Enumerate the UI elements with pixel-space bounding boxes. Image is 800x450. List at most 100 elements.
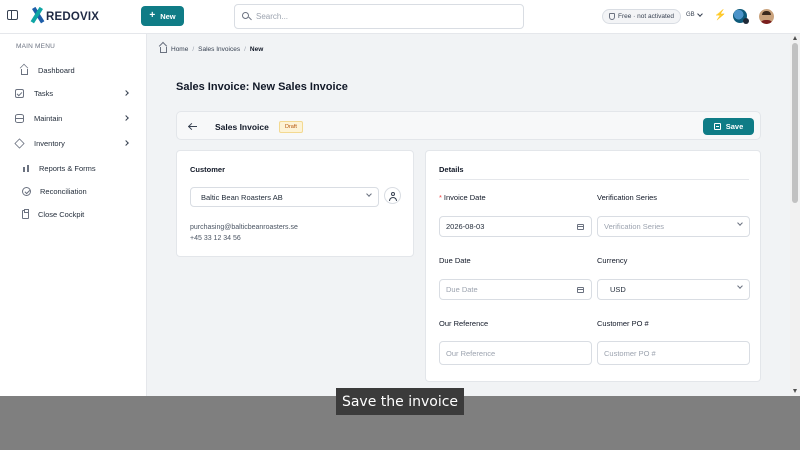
breadcrumb-separator: / — [244, 45, 246, 53]
top-bar: REDOVIX + New Free · not activated GB ⚡ — [0, 0, 800, 34]
calendar-icon[interactable] — [577, 224, 584, 230]
customer-phone: +45 33 12 34 56 — [190, 235, 241, 242]
chevron-down-icon — [366, 191, 372, 197]
logo-text: REDOVIX — [46, 11, 100, 23]
toolbar-title: Sales Invoice — [215, 122, 269, 132]
search-icon — [242, 12, 252, 21]
scroll-up-arrow-icon[interactable] — [793, 36, 797, 40]
our-reference-label: Our Reference — [439, 319, 489, 328]
back-arrow-icon[interactable] — [188, 121, 198, 131]
scrollbar-thumb[interactable] — [792, 43, 798, 203]
details-card-title: Details — [439, 165, 464, 174]
sidebar-item-reconciliation[interactable]: Reconciliation — [15, 183, 135, 199]
calendar-icon[interactable] — [577, 287, 584, 293]
plan-badge-label: Free · not activated — [618, 13, 674, 20]
new-button-label: New — [160, 11, 176, 21]
save-button-label: Save — [725, 122, 744, 131]
invoice-date-value: 2026-08-03 — [446, 222, 485, 231]
bolt-icon[interactable]: ⚡ — [714, 11, 726, 21]
sidebar: MAIN MENU Dashboard Tasks Maintain Inven… — [0, 34, 147, 396]
sidebar-item-tasks[interactable]: Tasks — [15, 85, 135, 101]
breadcrumb: Home / Sales Invoices / New — [160, 45, 263, 53]
user-avatar[interactable] — [759, 9, 774, 24]
verification-series-placeholder: Verification Series — [604, 222, 665, 231]
main-content: Home / Sales Invoices / New Sales Invoic… — [147, 34, 790, 396]
home-icon — [21, 68, 28, 75]
chevron-down-icon — [696, 11, 703, 17]
customer-po-label: Customer PO # — [597, 319, 649, 328]
checkbox-icon — [15, 88, 24, 98]
sidebar-item-dashboard[interactable]: Dashboard — [15, 62, 135, 78]
user-icon — [391, 191, 395, 196]
breadcrumb-separator: / — [192, 45, 195, 53]
document-toolbar: Sales Invoice Draft Save — [176, 111, 761, 140]
verification-series-select[interactable]: Verification Series — [597, 216, 750, 237]
new-button[interactable]: + New — [141, 6, 184, 26]
customer-profile-button[interactable] — [384, 187, 401, 204]
sidebar-item-label: Dashboard — [38, 65, 75, 75]
due-date-label: Due Date — [439, 256, 471, 265]
clipboard-icon — [22, 208, 29, 219]
sidebar-item-label: Reports & Forms — [39, 163, 96, 173]
breadcrumb-home[interactable]: Home — [171, 46, 188, 53]
main-menu-heading: MAIN MENU — [16, 43, 55, 50]
our-reference-input[interactable]: Our Reference — [439, 341, 592, 365]
instruction-caption: Save the invoice — [336, 388, 464, 415]
verification-series-label: Verification Series — [597, 193, 658, 202]
customer-po-input[interactable]: Customer PO # — [597, 341, 750, 365]
customer-po-placeholder: Customer PO # — [604, 348, 656, 358]
plus-icon: + — [149, 10, 156, 21]
sidebar-toggle-icon[interactable] — [7, 10, 18, 20]
database-icon — [15, 113, 24, 123]
scrollbar[interactable] — [790, 34, 800, 396]
save-button[interactable]: Save — [703, 118, 754, 135]
sidebar-item-reports-forms[interactable]: Reports & Forms — [15, 160, 135, 176]
app-logo[interactable]: REDOVIX — [30, 6, 100, 26]
our-reference-placeholder: Our Reference — [446, 348, 496, 358]
shield-icon — [609, 13, 615, 20]
page-title: Sales Invoice: New Sales Invoice — [176, 81, 348, 93]
circle-check-icon — [22, 186, 31, 196]
language-selector[interactable]: GB — [686, 11, 703, 18]
currency-select[interactable]: USD — [597, 279, 750, 300]
breadcrumb-current: New — [249, 45, 264, 53]
sidebar-item-inventory[interactable]: Inventory — [14, 135, 135, 151]
scroll-down-arrow-icon[interactable] — [793, 389, 797, 393]
due-date-field[interactable]: Due Date — [439, 279, 592, 300]
required-marker: * — [439, 193, 442, 202]
customer-card-title: Customer — [190, 165, 226, 174]
customer-select-value: Baltic Bean Roasters AB — [201, 192, 283, 202]
language-label: GB — [686, 12, 695, 18]
box-icon — [14, 137, 25, 149]
plan-badge[interactable]: Free · not activated — [602, 9, 681, 24]
chevron-right-icon — [123, 140, 129, 146]
sidebar-item-close-cockpit[interactable]: Close Cockpit — [15, 206, 135, 222]
sidebar-item-label: Tasks — [34, 88, 54, 98]
breadcrumb-sales-invoices[interactable]: Sales Invoices — [198, 46, 240, 53]
home-icon[interactable] — [160, 47, 167, 53]
search-input[interactable] — [256, 12, 496, 21]
status-badge: Draft — [279, 121, 303, 133]
chevron-down-icon — [737, 220, 743, 226]
customer-card: Customer Baltic Bean Roasters AB purchas… — [176, 150, 414, 257]
customer-select[interactable]: Baltic Bean Roasters AB — [190, 187, 379, 207]
contacts-icon[interactable] — [733, 9, 749, 24]
divider — [439, 179, 749, 180]
search-box[interactable] — [234, 4, 524, 29]
sidebar-item-label: Inventory — [34, 138, 65, 148]
chevron-right-icon — [123, 115, 129, 121]
currency-value: USD — [610, 285, 626, 294]
sidebar-item-label: Reconciliation — [40, 186, 87, 196]
logo-mark-icon — [30, 6, 45, 25]
invoice-date-field[interactable]: 2026-08-03 — [439, 216, 592, 237]
chevron-down-icon — [737, 283, 743, 289]
currency-label: Currency — [597, 256, 628, 265]
sidebar-item-label: Maintain — [34, 113, 63, 123]
sidebar-item-maintain[interactable]: Maintain — [15, 110, 135, 126]
chevron-right-icon — [123, 90, 129, 96]
sidebar-item-label: Close Cockpit — [38, 209, 85, 219]
chart-icon — [22, 164, 30, 172]
invoice-date-label: * Invoice Date — [439, 193, 486, 202]
details-card: Details * Invoice Date 2026-08-03 Verific… — [425, 150, 761, 382]
due-date-placeholder: Due Date — [446, 285, 478, 294]
